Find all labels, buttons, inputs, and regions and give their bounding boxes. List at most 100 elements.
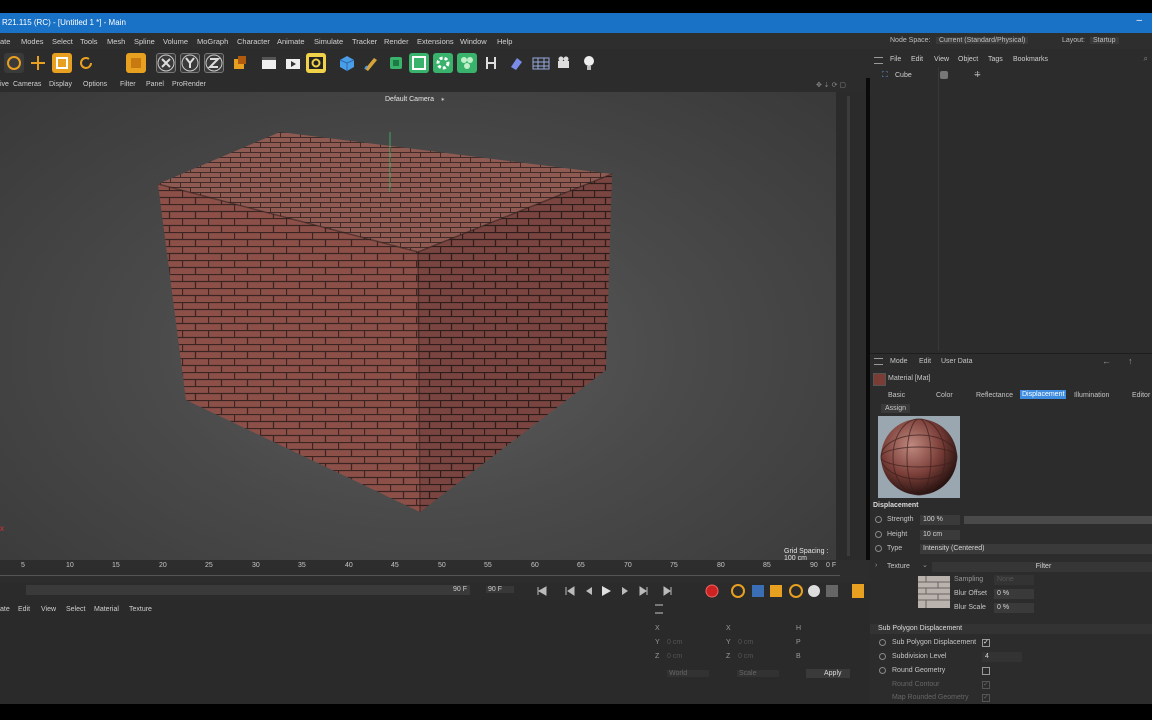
menu-mograph[interactable]: MoGraph [197,37,228,46]
y-axis-lock[interactable] [180,53,200,73]
object-menu-edit[interactable]: Edit [911,56,923,63]
round-contour-checkbox[interactable]: ✓ [982,681,990,689]
subdivision-surface-button[interactable] [386,53,406,73]
coordinate-system-button[interactable] [230,53,250,73]
viewport-menu-display[interactable]: Display [49,81,72,88]
floor-button[interactable] [531,53,551,73]
3d-viewport[interactable]: Default Camera ⁎ x Grid Spacing : 100 cm [0,92,836,560]
max-frame-field[interactable]: 90 F [486,586,515,593]
cube-primitive-button[interactable] [337,53,357,73]
tab-assign[interactable]: Assign [881,404,911,413]
round-geometry-checkbox[interactable] [982,667,990,675]
viewport-scrollbar[interactable] [836,92,866,560]
frame-range-slider[interactable] [26,585,470,595]
menu-render[interactable]: Render [384,37,409,46]
deformer-button[interactable] [481,53,501,73]
subdivision-field[interactable]: 4 [982,652,1022,662]
menu-spline[interactable]: Spline [134,37,155,46]
extrude-button[interactable] [409,53,429,73]
height-field[interactable]: 10 cm [920,530,960,540]
checker-tag-icon[interactable]: ⁜ [974,70,981,79]
apply-button[interactable]: Apply [806,669,850,678]
scale-mode-dropdown[interactable]: Scale [737,670,779,677]
field-button[interactable] [506,53,526,73]
material-menu-select[interactable]: Select [66,606,85,613]
menu-simulate[interactable]: Simulate [314,37,343,46]
attr-menu-mode[interactable]: Mode [890,358,908,365]
menu-extensions[interactable]: Extensions [417,37,454,46]
material-tag-icon[interactable] [940,71,948,79]
menu-select[interactable]: Select [52,37,73,46]
render-settings-button[interactable] [306,53,326,73]
texture-expand-icon[interactable]: › [875,562,877,569]
tab-basic[interactable]: Basic [888,392,905,399]
coord-value-z[interactable]: 0 cm [667,653,682,660]
material-menu-view[interactable]: View [41,606,56,613]
subdivision-animate-dot[interactable] [879,653,886,660]
viewport-menu-view[interactable]: ive [0,81,9,88]
viewport-menu-panel[interactable]: Panel [146,81,164,88]
tab-color[interactable]: Color [936,392,953,399]
texture-dropdown-icon[interactable]: ⌄ [922,561,928,569]
sampling-dropdown[interactable]: None [994,575,1034,585]
attr-menu-user-data[interactable]: User Data [941,358,973,365]
layout-dropdown[interactable]: Startup [1090,37,1119,44]
cloner-button[interactable] [433,53,453,73]
timeline-ruler[interactable]: 5 10 15 20 25 30 35 40 45 50 55 60 65 70… [0,560,870,582]
texture-filter-button[interactable]: Filter [932,562,1152,572]
x-axis-lock[interactable] [156,53,176,73]
hamburger-icon[interactable] [874,358,883,365]
material-menu-texture[interactable]: Texture [129,606,152,613]
menu-tools[interactable]: Tools [80,37,98,46]
scale-tool[interactable] [52,53,72,73]
sub-poly-checkbox[interactable]: ✓ [982,639,990,647]
viewport-menu-cameras[interactable]: Cameras [13,81,41,88]
minimize-button[interactable]: – [1136,15,1142,26]
coordinates-menu-icon[interactable] [655,604,663,614]
move-tool[interactable] [28,53,48,73]
menu-file[interactable]: ate [0,37,10,46]
back-arrow-icon[interactable]: ← [1102,356,1111,366]
viewport-menu-prorender[interactable]: ProRender [172,81,206,88]
tab-displacement[interactable]: Displacement [1020,390,1067,399]
render-to-picture-viewer-button[interactable] [283,53,303,73]
coord-value-sz[interactable]: 0 cm [738,653,753,660]
menu-character[interactable]: Character [237,37,270,46]
sub-poly-animate-dot[interactable] [879,639,886,646]
node-space-dropdown[interactable]: Current (Standard/Physical) [936,37,1029,44]
tab-reflectance[interactable]: Reflectance [976,392,1013,399]
rotate-tool[interactable] [76,53,96,73]
menu-modes[interactable]: Modes [21,37,44,46]
map-rounded-checkbox[interactable]: ✓ [982,694,990,702]
coordinate-system-dropdown[interactable]: World [667,670,710,677]
material-menu-edit[interactable]: Edit [18,606,30,613]
menu-mesh[interactable]: Mesh [107,37,125,46]
tab-illumination[interactable]: Illumination [1074,392,1109,399]
strength-animate-dot[interactable] [875,516,882,523]
menu-volume[interactable]: Volume [163,37,188,46]
object-menu-bookmarks[interactable]: Bookmarks [1013,56,1048,63]
coord-value-y[interactable]: 0 cm [667,639,682,646]
type-animate-dot[interactable] [875,545,882,552]
coord-value-sy[interactable]: 0 cm [738,639,753,646]
menu-window[interactable]: Window [460,37,487,46]
recent-tool[interactable] [126,53,146,73]
material-menu-create[interactable]: ate [0,606,10,613]
strength-slider[interactable] [964,516,1152,524]
camera-button[interactable] [555,53,575,73]
object-menu-file[interactable]: File [890,56,901,63]
object-menu-tags[interactable]: Tags [988,56,1003,63]
object-row-cube[interactable]: ⛶ Cube ⁜ [878,70,1150,82]
render-view-button[interactable] [259,53,279,73]
tab-editor[interactable]: Editor [1132,392,1150,399]
type-dropdown[interactable]: Intensity (Centered) [920,544,1152,554]
viewport-menu-filter[interactable]: Filter [120,81,136,88]
search-icon[interactable]: ⌕ [1144,54,1148,64]
pen-spline-button[interactable] [361,53,381,73]
sub-poly-section-header[interactable]: Sub Polygon Displacement [870,624,1152,634]
viewport-navigate-icons[interactable]: ✥ ⇣ ⟳ ▢ [816,81,846,89]
material-menu-material[interactable]: Material [94,606,119,613]
attr-menu-edit[interactable]: Edit [919,358,931,365]
object-menu-view[interactable]: View [934,56,949,63]
round-geometry-animate-dot[interactable] [879,667,886,674]
